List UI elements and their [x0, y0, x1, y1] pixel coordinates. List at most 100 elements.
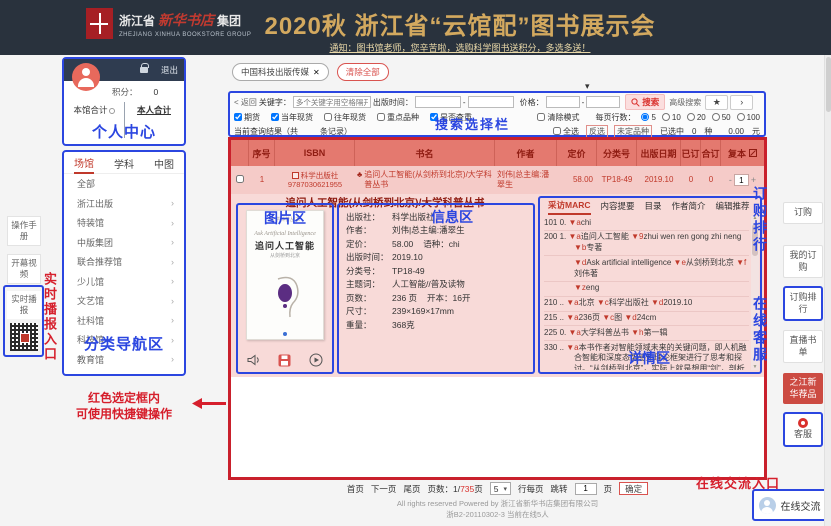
copies-input[interactable]: [734, 174, 749, 186]
checkbox-input[interactable]: [234, 113, 242, 121]
personal-center-card: 退出 积分：0 本馆合计 本人合计 个人中心: [62, 57, 186, 146]
undecided-button[interactable]: 未定品种: [614, 125, 652, 138]
search-panel: < 返回 关键字： 出版时间： - 价格： - 搜索 高级搜索 ★ › 期货: [228, 91, 766, 137]
my-order-button[interactable]: 我的订购: [783, 245, 823, 278]
live-booklist-button[interactable]: 直播书单: [783, 330, 823, 363]
search-icon: [631, 98, 640, 107]
category-tab[interactable]: 场馆: [74, 151, 94, 174]
filter-checkbox[interactable]: 往年现货: [324, 112, 366, 123]
rows-per-page-radio[interactable]: 50: [712, 113, 731, 122]
logo-group: 集团: [217, 12, 241, 29]
rows-per-page-radio[interactable]: 100: [737, 113, 760, 122]
close-icon[interactable]: ✕: [313, 68, 320, 77]
book-detail-panel: 追问人工智能(从剑桥到北京)/大学科普丛书 图片区 大学科普丛书 Ask Art…: [231, 194, 764, 377]
filter-checkbox[interactable]: 当年现货: [271, 112, 313, 123]
page-scrollbar[interactable]: [824, 55, 831, 526]
annotation-category-nav: 分类导航区: [64, 333, 184, 354]
category-item[interactable]: 浙江出版 ›: [64, 194, 184, 214]
category-item[interactable]: 联合推荐馆 ›: [64, 252, 184, 272]
table-row-selected[interactable]: 1 科学出版社 9787030621955 ♣追问人工智能(从剑桥到北京)/大学…: [231, 166, 764, 194]
select-all-checkbox[interactable]: 全选: [553, 126, 579, 137]
category-item[interactable]: 全部: [64, 174, 184, 194]
category-item[interactable]: 少儿馆 ›: [64, 272, 184, 292]
chevron-right-icon: ›: [171, 296, 174, 306]
invert-select-button[interactable]: 反选: [586, 125, 608, 138]
book-info-row: 出版时间： 2019.10: [346, 252, 526, 263]
category-tab[interactable]: 中图: [154, 152, 174, 173]
jump-label: 跳转: [551, 483, 568, 495]
points-label: 积分：: [112, 87, 138, 97]
back-link[interactable]: < 返回: [234, 97, 257, 108]
pubdate-from-input[interactable]: [415, 96, 461, 108]
next-page-link[interactable]: 下一页: [371, 483, 397, 495]
recommend-button[interactable]: 之江新华荐品: [783, 373, 823, 404]
notice-link[interactable]: 通知：图书馆老师，您辛苦啦，选购科学图书送积分，多选多送！: [250, 41, 670, 54]
online-chat-button[interactable]: 在线交流: [752, 489, 827, 521]
logout-link[interactable]: 退出: [161, 64, 178, 76]
rows-per-page-radio[interactable]: 20: [687, 113, 706, 122]
order-rank-button[interactable]: 订购排行: [783, 286, 823, 321]
pubdate-to-input[interactable]: [468, 96, 514, 108]
checkbox-input[interactable]: [553, 127, 561, 135]
detail-tab[interactable]: 采访MARC: [548, 199, 591, 215]
confirm-button[interactable]: 确定: [619, 482, 648, 495]
annotation-image-area: 图片区: [238, 208, 332, 228]
jump-page-input[interactable]: [575, 483, 597, 495]
increment-button[interactable]: +: [751, 175, 756, 186]
filter-checkbox[interactable]: 期货: [234, 112, 260, 123]
filter-checkbox[interactable]: 重点品种: [377, 112, 419, 123]
annotation-order-rank: 订购排行: [750, 186, 770, 254]
checkbox-input[interactable]: [324, 113, 332, 121]
rows-per-page-radio[interactable]: 5: [641, 113, 655, 122]
detail-tab[interactable]: 编辑推荐: [716, 200, 750, 214]
speaker-icon[interactable]: [247, 354, 261, 366]
page-count: 页数：1/735页: [427, 483, 482, 495]
first-page-link[interactable]: 首页: [347, 483, 364, 495]
logo: 浙江省 新华书店 集团 ZHEJIANG XINHUA BOOKSTORE GR…: [86, 8, 251, 39]
per-page-select[interactable]: 5▾: [490, 482, 511, 495]
last-page-link[interactable]: 尾页: [403, 483, 420, 495]
detail-tab[interactable]: 内容提要: [601, 200, 635, 214]
advanced-search-link[interactable]: 高级搜索: [669, 97, 701, 108]
checkbox-input[interactable]: [537, 113, 545, 121]
category-item[interactable]: 社科馆 ›: [64, 311, 184, 331]
manual-button[interactable]: 操作手册: [7, 216, 41, 246]
live-broadcast-button[interactable]: 实时播报: [7, 291, 41, 319]
category-nav-card: 场馆 学科 中图 全部 浙江出版 › 特装馆 ›: [62, 150, 186, 376]
category-tab[interactable]: 学科: [114, 152, 134, 173]
cover-art: [265, 273, 305, 323]
category-item[interactable]: 中版集团 ›: [64, 233, 184, 253]
rows-per-page-radio[interactable]: 10: [662, 113, 681, 122]
price-from-input[interactable]: [546, 96, 580, 108]
search-button[interactable]: 搜索: [625, 94, 665, 110]
marc-content: 101 0. ▼achi 200 1. ▼a追问人工智能 ▼9zhui wen …: [544, 216, 749, 370]
library-total-link[interactable]: 本馆合计: [64, 104, 124, 116]
checkbox-input[interactable]: [377, 113, 385, 121]
avatar[interactable]: [72, 63, 100, 91]
customer-service-button[interactable]: 客服: [783, 412, 823, 447]
play-icon[interactable]: [309, 353, 323, 367]
detail-tab[interactable]: 目录: [645, 200, 662, 214]
clear-all-button[interactable]: 清除全部: [337, 63, 389, 81]
logo-script: 新华书店: [158, 10, 214, 30]
checkbox-input[interactable]: [271, 113, 279, 121]
save-icon[interactable]: [278, 354, 291, 367]
marc-line: ▼dAsk artificial intelligence ▼e从剑桥到北京 ▼…: [544, 256, 749, 282]
category-item[interactable]: 文艺馆 ›: [64, 291, 184, 311]
clear-mode-checkbox[interactable]: 清除模式: [537, 112, 579, 123]
next-button[interactable]: ›: [730, 95, 753, 110]
opening-video-button[interactable]: 开幕视频: [7, 254, 41, 284]
category-item[interactable]: 特装馆 ›: [64, 213, 184, 233]
qr-code: [10, 323, 38, 351]
row-checkbox[interactable]: [236, 175, 244, 183]
price-to-input[interactable]: [586, 96, 620, 108]
decrement-button[interactable]: -: [729, 175, 732, 186]
filter-tag-chip[interactable]: 中国科技出版传媒 ✕: [232, 63, 329, 81]
detail-tab[interactable]: 作者简介: [672, 200, 706, 214]
my-total-link[interactable]: 本人合计: [124, 104, 184, 116]
favorite-button[interactable]: ★: [705, 95, 728, 110]
book-cover[interactable]: 大学科普丛书 Ask Artificial Intelligence 追问人工智…: [246, 210, 324, 340]
order-button[interactable]: 订购: [783, 202, 823, 224]
keyword-input[interactable]: [293, 96, 371, 108]
cover-dot-icon: [283, 332, 287, 336]
